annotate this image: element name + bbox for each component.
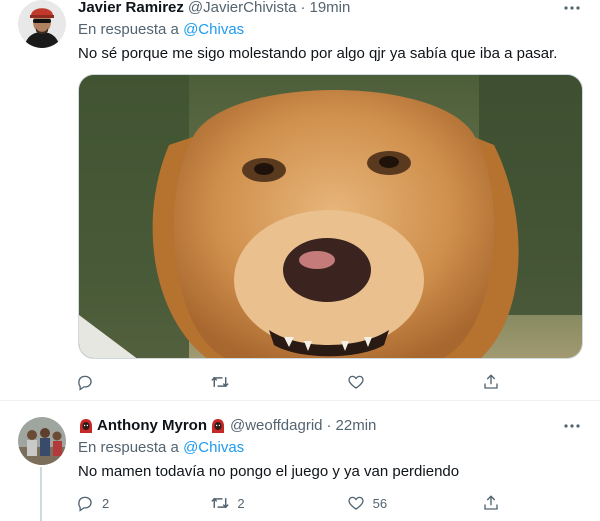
- reply-mention-link[interactable]: @Chivas: [183, 439, 244, 456]
- reply-bubble-icon: [68, 486, 102, 520]
- reply-button[interactable]: [68, 365, 148, 399]
- tweet-actions: 2 2 56: [68, 486, 508, 520]
- tweet-header: Anthony Myron @weoffdagrid · 22min: [78, 416, 376, 436]
- red-hooded-figure-emoji: [210, 418, 226, 434]
- reply-context: En respuesta a @Chivas: [78, 438, 244, 458]
- timestamp[interactable]: 19min: [310, 0, 351, 18]
- retweet-icon: [203, 365, 237, 399]
- display-name[interactable]: Anthony Myron: [97, 416, 207, 436]
- retweet-count: 2: [237, 495, 245, 511]
- display-name[interactable]: Javier Ramirez: [78, 0, 184, 18]
- thread-connector-line: [40, 467, 42, 521]
- reply-context: En respuesta a @Chivas: [78, 20, 244, 40]
- tweet-text: No sé porque me sigo molestando por algo…: [78, 45, 558, 62]
- share-button[interactable]: [474, 365, 508, 399]
- tweet-actions: [68, 365, 508, 399]
- like-button[interactable]: [339, 365, 419, 399]
- tweet-header: Javier Ramirez @JavierChivista · 19min: [78, 0, 350, 18]
- share-icon: [474, 486, 508, 520]
- reply-button[interactable]: 2: [68, 486, 148, 520]
- separator-dot: ·: [326, 417, 332, 434]
- tweet[interactable]: Javier Ramirez @JavierChivista · 19min E…: [0, 0, 600, 401]
- reply-count: 2: [102, 495, 110, 511]
- like-button[interactable]: 56: [339, 486, 419, 520]
- separator-dot: ·: [300, 0, 306, 16]
- share-button[interactable]: [474, 486, 508, 520]
- user-handle[interactable]: @weoffdagrid: [230, 416, 323, 436]
- retweet-button[interactable]: [203, 365, 283, 399]
- retweet-icon: [203, 486, 237, 520]
- heart-icon: [339, 486, 373, 520]
- retweet-button[interactable]: 2: [203, 486, 283, 520]
- red-hooded-figure-emoji: [78, 418, 94, 434]
- share-icon: [474, 365, 508, 399]
- tweet-text: No mamen todavía no pongo el juego y ya …: [78, 463, 460, 480]
- reply-prefix: En respuesta a: [78, 21, 179, 38]
- reply-bubble-icon: [68, 365, 102, 399]
- reply-mention-link[interactable]: @Chivas: [183, 21, 244, 38]
- heart-icon: [339, 365, 373, 399]
- tweet[interactable]: Anthony Myron @weoffdagrid · 22min En re…: [0, 401, 600, 521]
- more-dots-icon[interactable]: [562, 0, 582, 18]
- golden-retriever-photo[interactable]: [78, 74, 583, 359]
- timestamp[interactable]: 22min: [336, 416, 377, 436]
- more-dots-icon[interactable]: [562, 416, 582, 436]
- avatar[interactable]: [18, 417, 66, 465]
- reply-prefix: En respuesta a: [78, 439, 179, 456]
- like-count: 56: [372, 495, 388, 511]
- user-handle[interactable]: @JavierChivista: [188, 0, 297, 18]
- avatar[interactable]: [18, 0, 66, 48]
